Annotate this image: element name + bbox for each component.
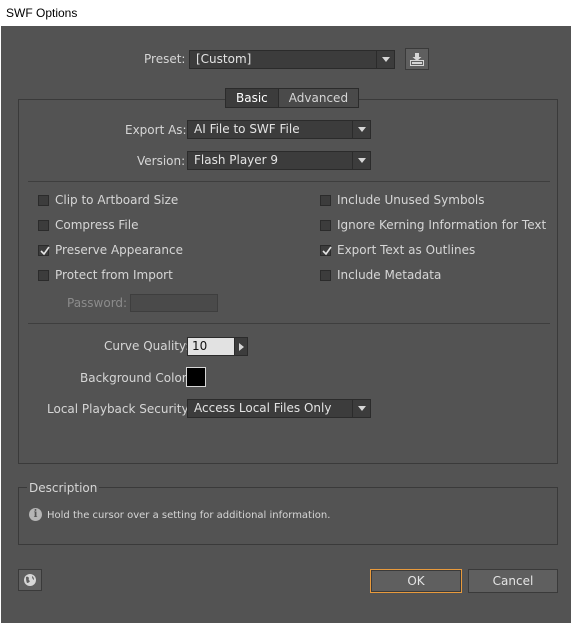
description-text: Hold the cursor over a setting for addit…: [47, 510, 331, 521]
checkbox-box[interactable]: [38, 194, 49, 206]
version-dropdown[interactable]: Flash Player 9: [187, 151, 371, 170]
checkbox-box[interactable]: [38, 269, 49, 281]
checkbox-label: Clip to Artboard Size: [55, 193, 179, 207]
chevron-down-icon: [352, 152, 370, 169]
checkbox-label: Ignore Kerning Information for Text: [337, 218, 547, 232]
ignore-kerning-checkbox[interactable]: Ignore Kerning Information for Text: [320, 217, 546, 233]
compress-file-checkbox[interactable]: Compress File: [38, 217, 138, 233]
cancel-button[interactable]: Cancel: [468, 569, 558, 593]
checkbox-box[interactable]: [38, 219, 49, 231]
tab-bar: Basic Advanced: [225, 88, 360, 108]
curve-quality-label: Curve Quality:: [104, 339, 190, 353]
save-preset-button[interactable]: [405, 48, 429, 70]
info-icon: i: [29, 508, 42, 521]
export-as-value: AI File to SWF File: [194, 122, 300, 136]
export-as-dropdown[interactable]: AI File to SWF File: [187, 120, 371, 139]
curve-quality-stepper[interactable]: [234, 337, 248, 356]
local-playback-label: Local Playback Security:: [47, 402, 192, 416]
checkbox-label: Include Metadata: [337, 268, 442, 282]
clip-to-artboard-checkbox[interactable]: Clip to Artboard Size: [38, 192, 178, 208]
include-unused-symbols-checkbox[interactable]: Include Unused Symbols: [320, 192, 485, 208]
curve-quality-input[interactable]: 10: [187, 337, 235, 356]
chevron-down-icon: [352, 121, 370, 138]
window-title: SWF Options: [0, 0, 572, 26]
checkbox-label: Preserve Appearance: [55, 243, 183, 257]
preserve-appearance-checkbox[interactable]: Preserve Appearance: [38, 242, 183, 258]
local-playback-dropdown[interactable]: Access Local Files Only: [187, 399, 371, 418]
export-as-label: Export As:: [125, 123, 187, 137]
checkbox-label: Compress File: [55, 218, 139, 232]
local-playback-value: Access Local Files Only: [194, 401, 332, 415]
password-label: Password:: [67, 296, 128, 310]
save-preset-icon: [410, 52, 424, 66]
checkbox-box[interactable]: [320, 194, 331, 206]
ok-button[interactable]: OK: [370, 569, 462, 593]
tab-advanced[interactable]: Advanced: [277, 89, 359, 107]
protect-from-import-checkbox[interactable]: Protect from Import: [38, 267, 173, 283]
checkbox-label: Include Unused Symbols: [337, 193, 485, 207]
globe-icon: [24, 574, 36, 586]
checkbox-box[interactable]: [320, 244, 332, 256]
password-field[interactable]: [130, 294, 218, 312]
chevron-right-icon: [238, 342, 244, 351]
tab-basic[interactable]: Basic: [226, 89, 278, 107]
preset-value: [Custom]: [196, 52, 252, 66]
divider: [28, 323, 550, 324]
include-metadata-checkbox[interactable]: Include Metadata: [320, 267, 441, 283]
globe-button[interactable]: [18, 569, 42, 591]
chevron-down-icon: [376, 51, 394, 68]
dialog-body: Preset: [Custom] Basic Advanced Export A…: [1, 26, 571, 623]
chevron-down-icon: [352, 400, 370, 417]
checkbox-box[interactable]: [38, 244, 50, 256]
divider: [28, 181, 550, 182]
checkmark-icon: [40, 246, 50, 255]
version-label: Version:: [137, 154, 186, 168]
background-color-label: Background Color:: [80, 371, 191, 385]
version-value: Flash Player 9: [194, 153, 279, 167]
export-text-as-outlines-checkbox[interactable]: Export Text as Outlines: [320, 242, 475, 258]
checkbox-label: Protect from Import: [55, 268, 173, 282]
background-color-swatch[interactable]: [186, 367, 206, 387]
description-title: Description: [27, 481, 100, 495]
checkbox-box[interactable]: [320, 269, 331, 281]
checkmark-icon: [322, 246, 332, 255]
checkbox-label: Export Text as Outlines: [337, 243, 476, 257]
preset-label: Preset:: [144, 52, 186, 66]
checkbox-box[interactable]: [320, 219, 331, 231]
preset-dropdown[interactable]: [Custom]: [189, 50, 395, 69]
